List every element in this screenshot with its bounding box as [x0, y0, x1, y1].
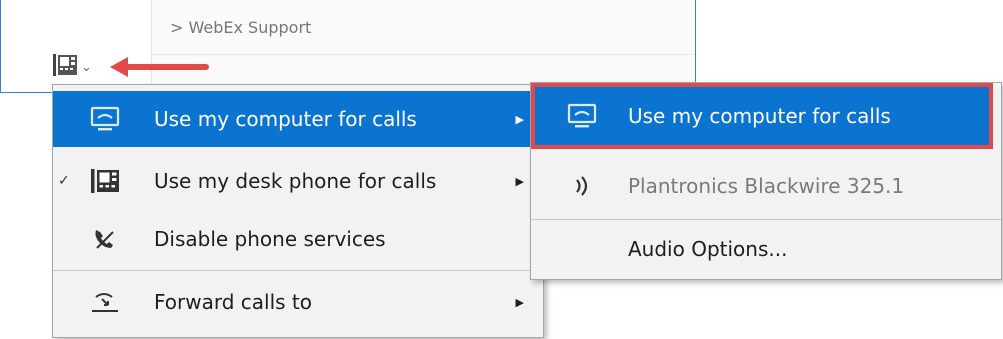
phone-mode-button[interactable]: ⌄	[52, 52, 108, 82]
window-border	[695, 0, 696, 92]
menu-item-label: Forward calls to	[154, 290, 313, 314]
menu-separator	[531, 219, 1001, 220]
menu-item-forward-calls[interactable]: Forward calls to ▶	[53, 274, 543, 330]
contact-list: > WebEx Support	[151, 0, 696, 92]
submenu-item-use-computer[interactable]: Use my computer for calls	[531, 83, 993, 149]
audio-device-icon	[567, 171, 597, 201]
menu-item-label: Use my computer for calls	[154, 107, 417, 131]
computer-phone-icon	[567, 101, 597, 131]
submenu-item-label: Audio Options...	[628, 237, 788, 261]
submenu-item-audio-options[interactable]: Audio Options...	[531, 221, 1001, 277]
submenu-arrow-icon: ▶	[515, 112, 524, 126]
desk-phone-icon	[89, 166, 121, 196]
disabled-phone-icon	[89, 224, 121, 254]
computer-phone-icon	[89, 104, 121, 134]
menu-item-use-computer[interactable]: Use my computer for calls ▶	[53, 91, 543, 147]
submenu-item-label: Plantronics Blackwire 325.1	[628, 174, 905, 198]
callout-arrow-icon	[110, 57, 209, 77]
list-item-webex-support[interactable]: > WebEx Support	[152, 0, 696, 55]
submenu-item-label: Use my computer for calls	[628, 104, 891, 128]
menu-item-label: Use my desk phone for calls	[154, 169, 437, 193]
call-settings-menu: Use my computer for calls ▶ ✓ Use my des…	[52, 84, 544, 338]
chevron-down-icon: ⌄	[81, 59, 92, 75]
submenu-arrow-icon: ▶	[515, 174, 524, 188]
submenu-item-plantronics[interactable]: Plantronics Blackwire 325.1	[531, 153, 1001, 219]
menu-item-use-desk-phone[interactable]: ✓ Use my desk phone for calls ▶	[53, 153, 543, 209]
desk-phone-icon	[52, 53, 78, 81]
submenu-arrow-icon: ▶	[515, 295, 524, 309]
menu-separator	[53, 270, 543, 271]
forward-calls-icon	[89, 287, 121, 317]
computer-calls-submenu: Use my computer for calls Plantronics Bl…	[530, 82, 1002, 280]
checkmark-icon: ✓	[58, 173, 70, 189]
menu-item-label: Disable phone services	[154, 227, 386, 251]
menu-item-disable-phone-services[interactable]: Disable phone services	[53, 211, 543, 267]
list-item-label: > WebEx Support	[170, 17, 312, 37]
